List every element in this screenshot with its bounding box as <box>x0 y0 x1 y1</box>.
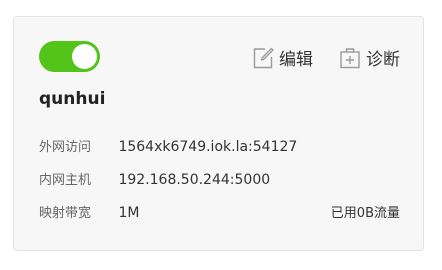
row-label: 内网主机 <box>39 173 92 188</box>
internal-host-address: 192.168.50.244:5000 <box>118 172 271 188</box>
bandwidth-row: 映射带宽 1M 已用0B流量 <box>39 202 400 221</box>
row-label: 映射带宽 <box>39 206 92 221</box>
edit-label: 编辑 <box>279 50 313 70</box>
row-label: 外网访问 <box>39 140 92 155</box>
toggle-knob <box>72 44 97 69</box>
diagnose-icon <box>340 47 360 68</box>
internal-host-row: 内网主机 192.168.50.244:5000 <box>39 169 400 188</box>
external-address[interactable]: 1564xk6749.iok.la:54127 <box>118 139 297 155</box>
bandwidth-value: 1M <box>118 205 140 221</box>
mapping-title: qunhui <box>39 89 106 109</box>
external-access-row: 外网访问 1564xk6749.iok.la:54127 <box>39 136 400 155</box>
mapping-card: 编辑 诊断 qunhui 外网访问 1564xk6749.iok.la:5412… <box>13 16 424 251</box>
diagnose-label: 诊断 <box>366 50 400 70</box>
traffic-usage: 已用0B流量 <box>330 206 400 221</box>
enable-toggle[interactable] <box>39 41 100 72</box>
card-actions: 编辑 诊断 <box>252 45 400 70</box>
diagnose-button[interactable]: 诊断 <box>339 45 400 70</box>
edit-icon <box>253 47 274 68</box>
edit-button[interactable]: 编辑 <box>252 45 313 70</box>
